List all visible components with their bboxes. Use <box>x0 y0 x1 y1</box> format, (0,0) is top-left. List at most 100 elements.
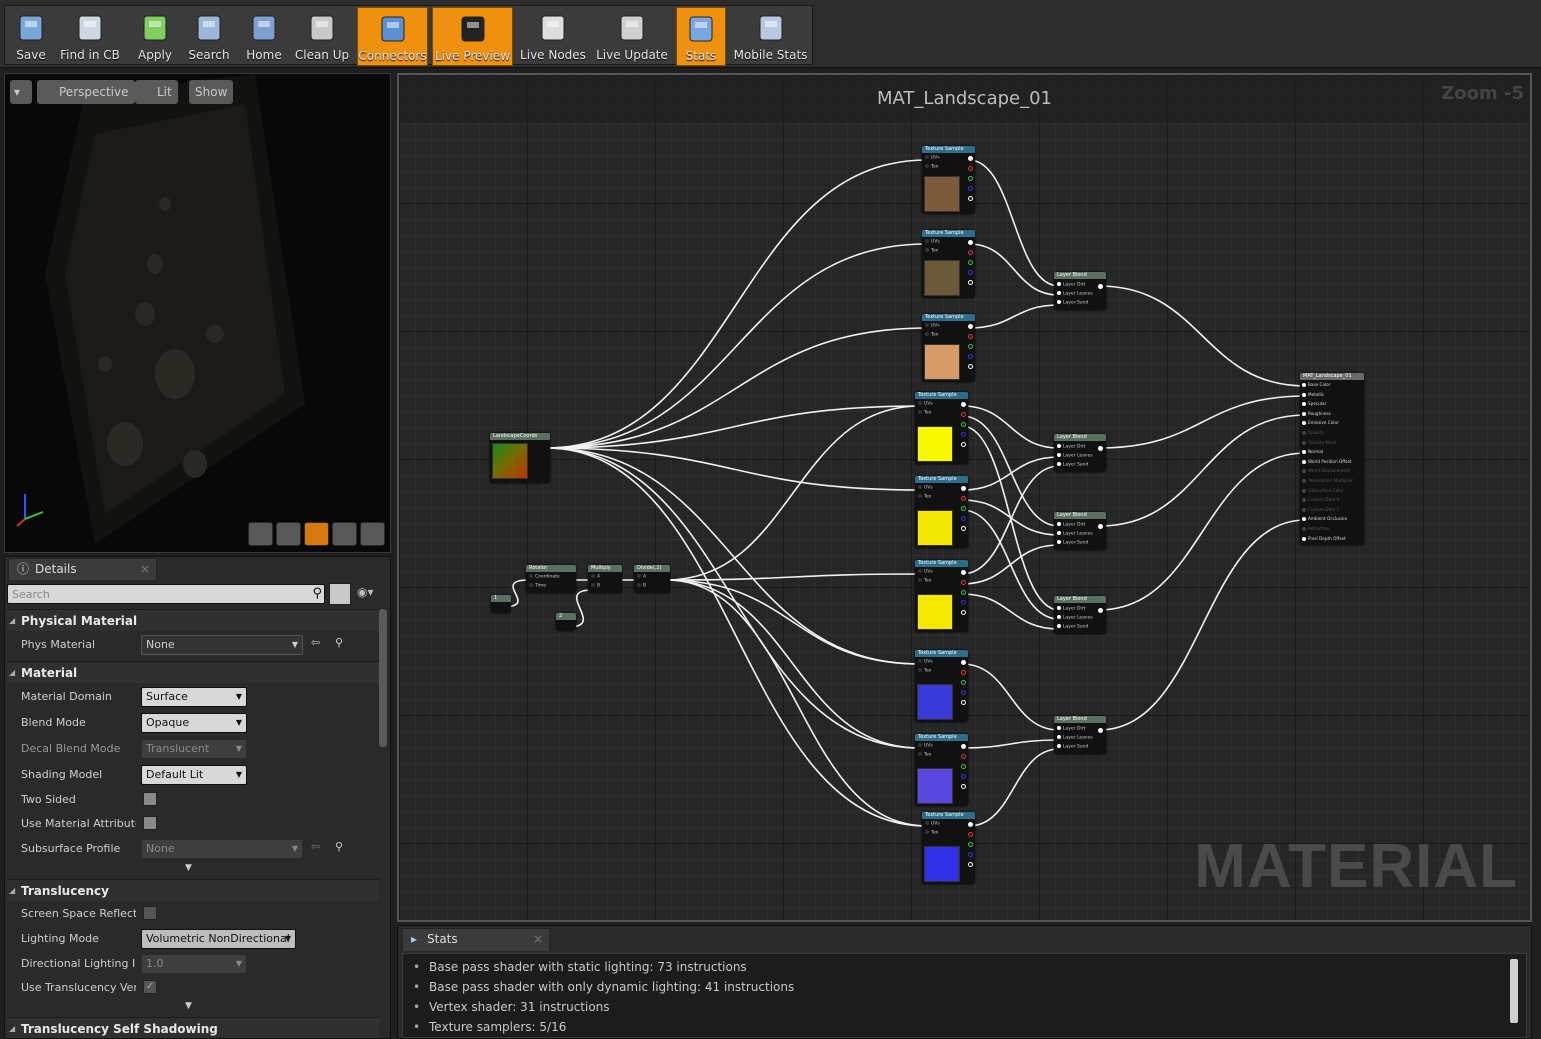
blend-mode-dropdown[interactable]: Opaque <box>141 713 247 733</box>
root-input-pin[interactable]: Custom Data 0 <box>1302 497 1339 503</box>
directional-lighting-input[interactable]: 1.0 <box>141 954 247 974</box>
subsurface-profile-dropdown[interactable]: None <box>141 839 303 859</box>
output-pin[interactable] <box>968 270 973 275</box>
constant-node[interactable]: 1 <box>491 595 511 613</box>
pin-tex[interactable]: Tex <box>923 830 938 836</box>
output-pin[interactable] <box>961 670 966 675</box>
root-input-pin[interactable]: Custom Data 1 <box>1302 507 1339 512</box>
root-input-pin[interactable]: Tessellation Multiplier <box>1302 478 1353 483</box>
pin-tex[interactable]: Tex <box>916 410 931 416</box>
grid-view-icon[interactable] <box>329 583 351 605</box>
pin-a[interactable]: A <box>589 574 600 580</box>
output-pin[interactable] <box>968 324 973 329</box>
output-pin[interactable] <box>968 364 973 369</box>
pin-tex[interactable]: Tex <box>923 164 938 170</box>
output-pin[interactable] <box>961 660 966 665</box>
browse-search-icon[interactable]: ⚲ <box>335 840 343 853</box>
output-pin[interactable] <box>961 486 966 491</box>
pin-uvs[interactable]: UVs <box>923 155 940 161</box>
texture-sample-node[interactable]: Texture Sample UVs Tex <box>915 476 968 548</box>
toolbar-button-connectors[interactable]: Connectors <box>357 7 428 66</box>
preview-viewport[interactable]: ▾ Perspective Lit Show <box>4 73 391 553</box>
output-pin[interactable] <box>961 526 966 531</box>
toolbar-button-live-update[interactable]: Live Update <box>593 7 671 66</box>
details-search-input[interactable]: Search ⚲ <box>7 584 325 604</box>
output-pin[interactable] <box>961 432 966 437</box>
lighting-mode-dropdown[interactable]: Volumetric NonDirectional <box>141 929 296 949</box>
output-pin[interactable] <box>968 156 973 161</box>
output-pin[interactable] <box>961 412 966 417</box>
stats-tab[interactable]: Stats ▸ × <box>402 928 550 951</box>
output-pin[interactable] <box>968 240 973 245</box>
output-pin[interactable] <box>968 260 973 265</box>
output-pin[interactable] <box>968 280 973 285</box>
pin-b[interactable]: B <box>635 583 646 589</box>
phys-material-dropdown[interactable]: None <box>141 635 303 655</box>
root-input-pin[interactable]: Refraction <box>1302 526 1329 531</box>
toolbar-button-clean-up[interactable]: Clean Up <box>293 7 351 66</box>
root-input-pin[interactable]: World Position Offset <box>1302 459 1352 464</box>
toolbar-button-find-in-cb[interactable]: Find in CB <box>58 7 122 66</box>
stats-scrollbar[interactable] <box>1510 959 1518 1023</box>
root-input-pin[interactable]: Specular <box>1302 401 1326 407</box>
pin-layer-sand[interactable]: Layer Sand <box>1055 300 1088 306</box>
perspective-button[interactable]: Perspective <box>37 80 135 104</box>
toolbar-button-apply[interactable]: Apply <box>132 7 178 66</box>
output-pin[interactable] <box>968 176 973 181</box>
pin-tex[interactable]: Tex <box>916 494 931 500</box>
output-pin[interactable] <box>961 600 966 605</box>
output-pin[interactable] <box>961 680 966 685</box>
close-icon[interactable]: × <box>140 559 150 579</box>
root-input-pin[interactable]: Opacity <box>1302 430 1324 435</box>
output-pin[interactable] <box>1098 524 1103 529</box>
pin-layer-dirt[interactable]: Layer Dirt <box>1055 282 1085 288</box>
show-button[interactable]: Show <box>189 80 234 104</box>
pin-tex[interactable]: Tex <box>923 248 938 254</box>
output-pin[interactable] <box>961 700 966 705</box>
landscape-coords-node[interactable]: LandscapeCoords <box>490 433 550 483</box>
pin-layer-leaves[interactable]: Layer Leaves <box>1055 615 1093 621</box>
use-selected-arrow-icon[interactable]: ⇦ <box>311 840 320 853</box>
pin-layer-leaves[interactable]: Layer Leaves <box>1055 453 1093 459</box>
section-physical-material[interactable]: Physical Material <box>7 609 379 632</box>
multiply-node[interactable]: Multiply A B <box>588 565 622 593</box>
toolbar-button-live-nodes[interactable]: Live Nodes <box>518 7 588 66</box>
layer-blend-node[interactable]: Layer Blend Layer Dirt Layer Leaves Layer S… <box>1054 434 1106 472</box>
pin-layer-dirt[interactable]: Layer Dirt <box>1055 522 1085 528</box>
output-pin[interactable] <box>1098 446 1103 451</box>
pin-layer-leaves[interactable]: Layer Leaves <box>1055 291 1093 297</box>
pin-layer-sand[interactable]: Layer Sand <box>1055 462 1088 468</box>
pin-coordinate[interactable]: Coordinate <box>527 574 560 580</box>
eye-icon[interactable]: ◉▾ <box>357 585 374 599</box>
pin-tex[interactable]: Tex <box>916 752 931 758</box>
material-domain-dropdown[interactable]: Surface <box>141 687 247 707</box>
close-icon[interactable]: × <box>533 929 543 950</box>
layer-blend-node[interactable]: Layer Blend Layer Dirt Layer Leaves Layer S… <box>1054 716 1106 754</box>
pin-uvs[interactable]: UVs <box>916 401 933 407</box>
output-pin[interactable] <box>968 842 973 847</box>
pin-layer-dirt[interactable]: Layer Dirt <box>1055 606 1085 612</box>
decal-blend-mode-dropdown[interactable]: Translucent <box>141 739 247 759</box>
cylinder-preview-icon[interactable] <box>248 522 273 546</box>
expand-advanced-icon[interactable]: ▼ <box>185 863 192 873</box>
pin-time[interactable]: Time <box>527 583 546 589</box>
root-input-pin[interactable]: Ambient Occlusion <box>1302 516 1347 522</box>
root-input-pin[interactable]: Normal <box>1302 449 1323 455</box>
output-pin[interactable] <box>961 580 966 585</box>
pin-layer-sand[interactable]: Layer Sand <box>1055 540 1088 546</box>
pin-a[interactable]: A <box>635 574 646 580</box>
pin-layer-sand[interactable]: Layer Sand <box>1055 624 1088 630</box>
details-tab[interactable]: Details ⓘ × <box>8 558 157 580</box>
toolbar-button-live-preview[interactable]: Live Preview <box>432 7 513 66</box>
output-pin[interactable] <box>961 784 966 789</box>
pin-tex[interactable]: Tex <box>923 332 938 338</box>
output-pin[interactable] <box>961 764 966 769</box>
viewport-menu-button[interactable]: ▾ <box>10 80 32 104</box>
texture-sample-node[interactable]: Texture Sample UVs Tex <box>915 650 968 722</box>
output-pin[interactable] <box>968 344 973 349</box>
output-pin[interactable] <box>968 822 973 827</box>
output-pin[interactable] <box>968 250 973 255</box>
material-root-node[interactable]: MAT_Landscape_01 Base Color Metallic Specul… <box>1300 373 1364 545</box>
root-input-pin[interactable]: Roughness <box>1302 411 1331 416</box>
pin-uvs[interactable]: UVs <box>916 659 933 665</box>
